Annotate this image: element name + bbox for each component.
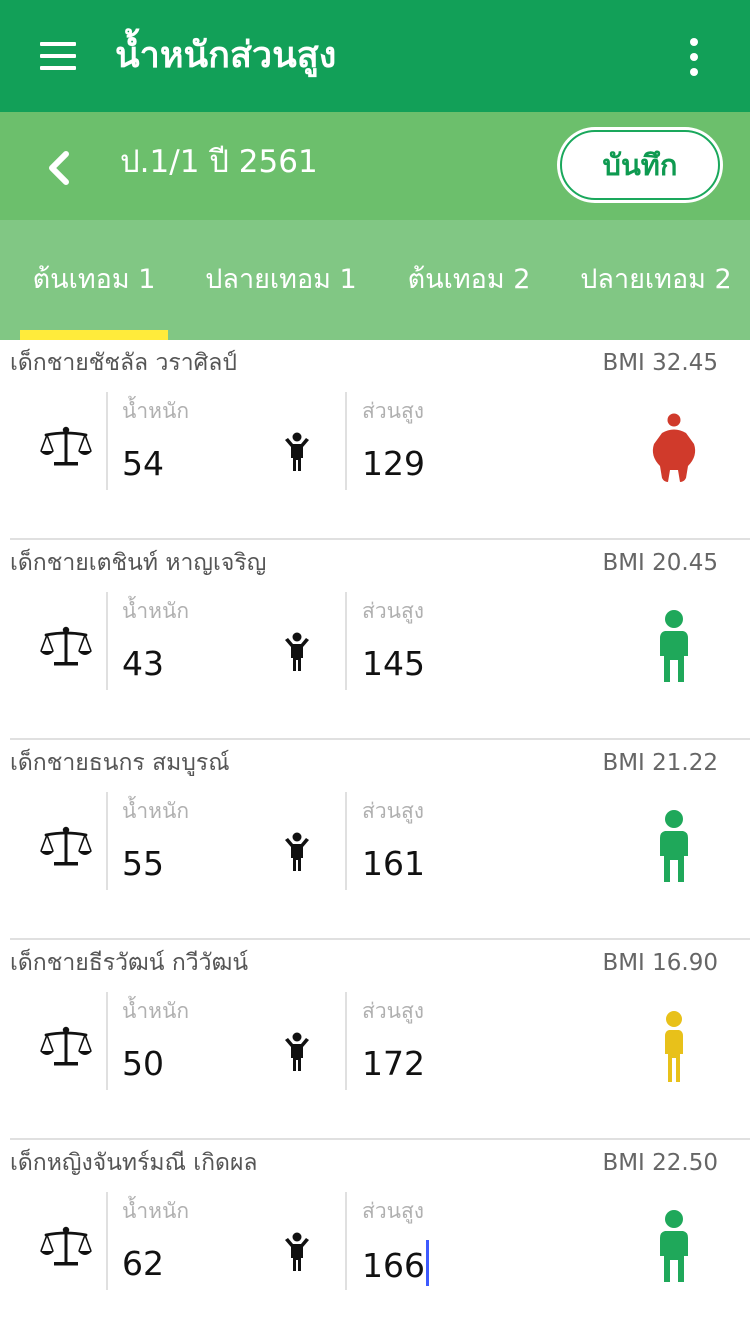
scale-icon — [40, 1026, 92, 1066]
scale-icon — [40, 426, 92, 466]
selected-tab-indicator — [20, 330, 168, 340]
height-label: ส่วนสูง — [362, 599, 425, 623]
more-vertical-icon[interactable] — [683, 38, 705, 78]
divider — [106, 792, 108, 890]
divider — [106, 1192, 108, 1290]
app-bar: น้ำหนักส่วนสูง — [0, 0, 750, 112]
divider — [345, 992, 347, 1090]
height-input[interactable]: 172 — [362, 1040, 425, 1088]
weight-input[interactable]: 50 — [122, 1040, 164, 1088]
text-cursor — [426, 1240, 429, 1286]
child-icon — [285, 832, 309, 871]
weight-label: น้ำหนัก — [122, 399, 190, 423]
height-label: ส่วนสูง — [362, 1199, 425, 1223]
student-name: เด็กชายธีรวัฒน์ กวีวัฒน์ — [10, 950, 249, 976]
app-title: น้ำหนักส่วนสูง — [115, 35, 337, 76]
student-row: เด็กชายเตชินท์ หาญเจริญ BMI 20.45 น้ำหนั… — [0, 540, 750, 740]
back-button[interactable] — [40, 138, 90, 194]
bmi-status-figure-icon — [660, 810, 688, 882]
weight-label: น้ำหนัก — [122, 799, 190, 823]
divider — [106, 992, 108, 1090]
divider — [345, 592, 347, 690]
bmi-status-figure-icon — [660, 1210, 688, 1282]
height-input[interactable]: 166 — [362, 1240, 429, 1290]
bmi-value: BMI 22.50 — [602, 1150, 718, 1176]
bmi-status-figure-icon — [665, 1011, 683, 1082]
bmi-value: BMI 32.45 — [602, 350, 718, 376]
class-title: ป.1/1 ปี 2561 — [120, 144, 318, 180]
tab-term2-end[interactable]: ปลายเทอม 2 — [572, 258, 740, 302]
height-label: ส่วนสูง — [362, 999, 425, 1023]
bmi-status-figure-icon — [660, 610, 688, 682]
student-name: เด็กหญิงจันทร์มณี เกิดผล — [10, 1150, 258, 1176]
menu-icon[interactable] — [40, 42, 76, 70]
height-label: ส่วนสูง — [362, 399, 425, 423]
student-row: เด็กชายธนกร สมบูรณ์ BMI 21.22 น้ำหนัก 55… — [0, 740, 750, 940]
divider — [345, 1192, 347, 1290]
scale-icon — [40, 826, 92, 866]
tab-term1-start[interactable]: ต้นเทอม 1 — [20, 258, 168, 302]
scale-icon — [40, 1226, 92, 1266]
save-button[interactable]: บันทึก — [560, 130, 720, 200]
student-row: เด็กชายธีรวัฒน์ กวีวัฒน์ BMI 16.90 น้ำหน… — [0, 940, 750, 1140]
divider — [345, 792, 347, 890]
height-input[interactable]: 129 — [362, 440, 425, 488]
divider — [106, 592, 108, 690]
bmi-value: BMI 20.45 — [602, 550, 718, 576]
weight-label: น้ำหนัก — [122, 1199, 190, 1223]
student-name: เด็กชายชัชลัล วราศิลป์ — [10, 350, 237, 376]
child-icon — [285, 1032, 309, 1071]
tab-term2-start[interactable]: ต้นเทอม 2 — [400, 258, 538, 302]
weight-input[interactable]: 43 — [122, 640, 164, 688]
divider — [106, 392, 108, 490]
bmi-value: BMI 21.22 — [602, 750, 718, 776]
weight-label: น้ำหนัก — [122, 599, 190, 623]
student-row: เด็กชายชัชลัล วราศิลป์ BMI 32.45 น้ำหนัก… — [0, 340, 750, 540]
child-icon — [285, 1232, 309, 1271]
scale-icon — [40, 626, 92, 666]
bmi-status-figure-icon — [652, 413, 696, 482]
child-icon — [285, 632, 309, 671]
student-row: เด็กหญิงจันทร์มณี เกิดผล BMI 22.50 น้ำหน… — [0, 1140, 750, 1334]
height-label: ส่วนสูง — [362, 799, 425, 823]
class-header: ป.1/1 ปี 2561 บันทึก — [0, 112, 750, 220]
child-icon — [285, 432, 309, 471]
weight-input[interactable]: 54 — [122, 440, 164, 488]
bmi-value: BMI 16.90 — [602, 950, 718, 976]
term-tabs: ต้นเทอม 1 ปลายเทอม 1 ต้นเทอม 2 ปลายเทอม … — [0, 220, 750, 340]
student-name: เด็กชายเตชินท์ หาญเจริญ — [10, 550, 267, 576]
student-name: เด็กชายธนกร สมบูรณ์ — [10, 750, 230, 776]
chevron-left-icon — [49, 151, 69, 185]
weight-input[interactable]: 62 — [122, 1240, 164, 1288]
height-input[interactable]: 161 — [362, 840, 425, 888]
weight-label: น้ำหนัก — [122, 999, 190, 1023]
height-input[interactable]: 145 — [362, 640, 425, 688]
weight-input[interactable]: 55 — [122, 840, 164, 888]
divider — [345, 392, 347, 490]
tab-term1-end[interactable]: ปลายเทอม 1 — [200, 258, 362, 302]
